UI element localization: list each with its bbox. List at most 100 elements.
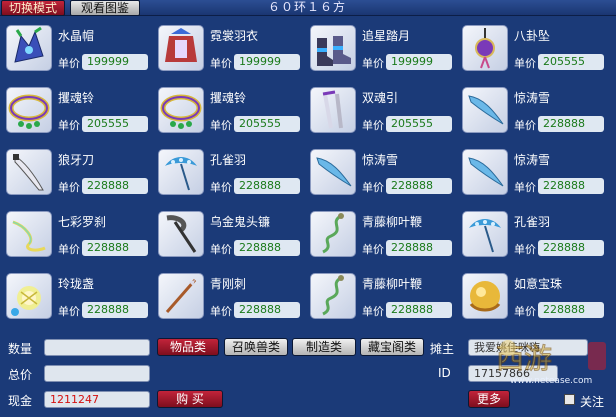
price-label: 单价 <box>210 57 232 70</box>
shop-item[interactable]: 追星踏月 单价 199999 <box>304 22 456 72</box>
price-value: 205555 <box>386 116 452 132</box>
wolf-fang-blade-icon[interactable] <box>6 149 52 195</box>
item-name: 青藤柳叶鞭 <box>362 215 423 229</box>
shop-item[interactable]: 孔雀羽 单价 228888 <box>456 208 608 258</box>
shop-item[interactable]: 惊涛雪 单价 228888 <box>456 84 608 134</box>
price-value: 228888 <box>82 240 148 256</box>
price-value: 199999 <box>82 54 148 70</box>
wave-blade-icon[interactable] <box>462 149 508 195</box>
shop-item[interactable]: 霓裳羽衣单价 199999 <box>152 22 304 72</box>
price-label: 单价 <box>58 181 80 194</box>
soul-bell-ring-icon[interactable] <box>6 87 52 133</box>
rainbow-whip-icon[interactable] <box>6 211 52 257</box>
shop-item[interactable]: 乌金鬼头镰单价 228888 <box>152 208 304 258</box>
shop-item[interactable]: 青藤柳叶鞭 单价 228888 <box>304 208 456 258</box>
item-name: 孔雀羽 <box>514 215 551 229</box>
price-value: 199999 <box>234 54 300 70</box>
shop-item[interactable]: 双魂引 单价 205555 <box>304 84 456 134</box>
price-label: 单价 <box>514 181 536 194</box>
price-label: 单价 <box>58 119 80 132</box>
price-value: 228888 <box>82 302 148 318</box>
tab-switch-mode[interactable]: 切换模式 <box>1 0 65 16</box>
price-value: 228888 <box>386 302 452 318</box>
price-value: 205555 <box>234 116 300 132</box>
game-logo-watermark: 西游 <box>496 340 606 376</box>
shop-item[interactable]: 玲珑盏单价 228888 <box>0 270 152 320</box>
item-name: 乌金鬼头镰 <box>210 215 271 229</box>
price-label: 单价 <box>514 119 536 132</box>
peacock-fan-icon[interactable] <box>158 149 204 195</box>
wave-blade-icon[interactable] <box>310 149 356 195</box>
wave-blade-icon[interactable] <box>462 87 508 133</box>
shop-item[interactable]: 青刚刺 单价 228888 <box>152 270 304 320</box>
quantity-label: 数量 <box>8 342 33 356</box>
item-name: 青藤柳叶鞭 <box>362 277 423 291</box>
item-name: 如意宝珠 <box>514 277 563 291</box>
shop-item[interactable]: 攫魂铃 单价 205555 <box>0 84 152 134</box>
item-name: 青刚刺 <box>210 277 247 291</box>
bagua-pendant-icon[interactable] <box>462 25 508 71</box>
item-name: 惊涛雪 <box>514 153 551 167</box>
shop-item[interactable]: 水晶帽 单价 199999 <box>0 22 152 72</box>
price-label: 单价 <box>210 305 232 318</box>
price-value: 228888 <box>386 178 452 194</box>
item-name: 八卦坠 <box>514 29 551 43</box>
shop-item[interactable]: 七彩罗刹 单价 228888 <box>0 208 152 258</box>
lantern-cup-icon[interactable] <box>6 273 52 319</box>
boots-icon[interactable] <box>310 25 356 71</box>
shop-item[interactable]: 惊涛雪单价 228888 <box>456 146 608 196</box>
category-crafting-button[interactable]: 制造类 <box>292 338 356 356</box>
vine-whip-icon[interactable] <box>310 211 356 257</box>
soul-bell-ring-icon[interactable] <box>158 87 204 133</box>
spear-icon[interactable] <box>158 273 204 319</box>
price-label: 单价 <box>514 57 536 70</box>
price-label: 单价 <box>210 181 232 194</box>
price-label: 单价 <box>210 243 232 256</box>
peacock-fan-icon[interactable] <box>462 211 508 257</box>
price-label: 单价 <box>58 243 80 256</box>
price-label: 单价 <box>58 305 80 318</box>
price-value: 205555 <box>538 54 604 70</box>
item-name: 攫魂铃 <box>210 91 247 105</box>
item-name: 霓裳羽衣 <box>210 29 259 43</box>
feather-robe-icon[interactable] <box>158 25 204 71</box>
owner-label: 摊主 <box>430 342 455 356</box>
scythe-icon[interactable] <box>158 211 204 257</box>
total-price-label: 总价 <box>8 368 33 382</box>
shop-item[interactable]: 孔雀羽 单价 228888 <box>152 146 304 196</box>
price-value: 228888 <box>538 178 604 194</box>
price-value: 228888 <box>234 240 300 256</box>
shop-title: ６０环１６方 <box>268 0 347 14</box>
vine-whip-icon[interactable] <box>310 273 356 319</box>
shop-item[interactable]: 八卦坠单价 205555 <box>456 22 608 72</box>
price-value: 228888 <box>538 116 604 132</box>
crystal-hat-icon[interactable] <box>6 25 52 71</box>
shop-item[interactable]: 惊涛雪 单价 228888 <box>304 146 456 196</box>
item-name: 攫魂铃 <box>58 91 95 105</box>
category-summons-button[interactable]: 召唤兽类 <box>224 338 288 356</box>
buy-button[interactable]: 购 买 <box>157 390 223 408</box>
item-name: 玲珑盏 <box>58 277 95 291</box>
shop-item[interactable]: 攫魂铃 单价 205555 <box>152 84 304 134</box>
shop-item[interactable]: 如意宝珠 单价 228888 <box>456 270 608 320</box>
price-value: 228888 <box>82 178 148 194</box>
quantity-input[interactable] <box>44 339 150 356</box>
price-value: 228888 <box>386 240 452 256</box>
twin-soul-weapon-icon[interactable] <box>310 87 356 133</box>
tab-view-catalog[interactable]: 观看图鉴 <box>70 0 140 16</box>
category-items-button[interactable]: 物品类 <box>157 338 219 356</box>
shop-item[interactable]: 青藤柳叶鞭 单价 228888 <box>304 270 456 320</box>
price-value: 228888 <box>538 302 604 318</box>
price-value: 228888 <box>234 178 300 194</box>
shop-item[interactable]: 狼牙刀单价 228888 <box>0 146 152 196</box>
price-label: 单价 <box>362 57 384 70</box>
follow-label: 关注 <box>580 395 605 409</box>
follow-checkbox[interactable] <box>564 394 575 405</box>
watermark-url: www.netease.com <box>510 376 593 386</box>
more-button[interactable]: 更多 <box>468 390 510 408</box>
category-treasure-button[interactable]: 藏宝阁类 <box>360 338 424 356</box>
price-label: 单价 <box>362 181 384 194</box>
ruyi-pearl-icon[interactable] <box>462 273 508 319</box>
price-label: 单价 <box>58 57 80 70</box>
item-name: 狼牙刀 <box>58 153 95 167</box>
